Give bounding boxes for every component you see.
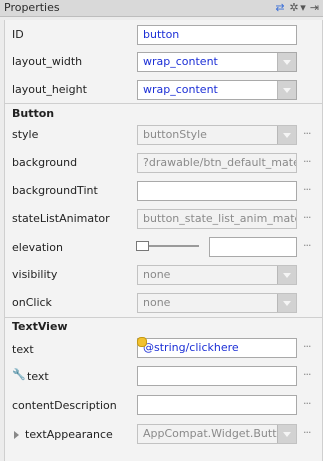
divider <box>5 317 323 318</box>
property-row-layout-width: layout_width wrap_content <box>5 52 323 74</box>
chevron-down-icon[interactable]: ▾ <box>299 0 307 16</box>
ellipsis-button[interactable]: ··· <box>303 368 311 381</box>
property-label: style <box>12 128 39 141</box>
id-input[interactable]: button <box>137 25 297 45</box>
section-title-textview: TextView <box>12 320 68 333</box>
text-input[interactable]: @string/clickhere <box>137 338 297 358</box>
elevation-slider-thumb[interactable] <box>136 241 149 251</box>
chevron-down-icon[interactable] <box>277 425 296 443</box>
property-row-onclick: onClick none <box>5 292 323 314</box>
property-row-state-list-animator: stateListAnimator button_state_list_anim… <box>5 208 323 230</box>
combo-value: none <box>143 268 171 281</box>
properties-header: Properties ⇄ ✲ ▾ ⇥ <box>0 0 323 17</box>
property-row-text-appearance: textAppearance AppCompat.Widget.Button ·… <box>5 423 323 445</box>
chevron-down-icon[interactable] <box>277 294 296 312</box>
state-list-animator-input[interactable]: button_state_list_anim_mate <box>137 209 297 229</box>
property-row-id: ID button <box>5 24 323 46</box>
property-label: backgroundTint <box>12 184 98 197</box>
combo-value: AppCompat.Widget.Button <box>143 427 291 440</box>
property-row-layout-height: layout_height wrap_content <box>5 80 323 102</box>
property-row-tools-text: 🔧 text ··· <box>5 365 323 387</box>
expand-arrow-icon[interactable] <box>14 431 19 439</box>
property-label: onClick <box>12 296 52 309</box>
wrench-icon: 🔧 <box>12 368 26 381</box>
chevron-down-icon[interactable] <box>277 53 296 71</box>
combo-value: buttonStyle <box>143 128 207 141</box>
swap-icon[interactable]: ⇄ <box>272 0 288 16</box>
panel-title: Properties <box>4 1 60 14</box>
property-row-text: text @string/clickhere ··· <box>5 337 323 359</box>
property-row-style: style buttonStyle ··· <box>5 124 323 146</box>
background-input[interactable]: ?drawable/btn_default_mate <box>137 153 297 173</box>
background-tint-input[interactable] <box>137 181 297 201</box>
ellipsis-button[interactable]: ··· <box>303 340 311 353</box>
content-description-input[interactable] <box>137 395 297 415</box>
combo-value: wrap_content <box>143 55 218 68</box>
tools-text-input[interactable] <box>137 366 297 386</box>
ellipsis-button[interactable]: ··· <box>303 127 311 140</box>
ellipsis-button[interactable]: ··· <box>303 211 311 224</box>
property-label: ID <box>12 28 24 41</box>
ellipsis-button[interactable]: ··· <box>303 239 311 252</box>
divider <box>5 103 323 104</box>
text-appearance-dropdown[interactable]: AppCompat.Widget.Button <box>137 424 297 444</box>
property-label: text <box>27 370 49 383</box>
combo-value: wrap_content <box>143 83 218 96</box>
property-row-content-description: contentDescription ··· <box>5 394 323 416</box>
chevron-down-icon[interactable] <box>277 126 296 144</box>
property-label: textAppearance <box>25 428 113 441</box>
property-row-elevation: elevation ··· <box>5 236 323 258</box>
property-row-background-tint: backgroundTint ··· <box>5 180 323 202</box>
ellipsis-button[interactable]: ··· <box>303 155 311 168</box>
lightbulb-icon[interactable] <box>137 337 147 347</box>
ellipsis-button[interactable]: ··· <box>303 426 311 439</box>
property-label: visibility <box>12 268 58 281</box>
visibility-dropdown[interactable]: none <box>137 265 297 285</box>
properties-panel: ID button layout_width wrap_content layo… <box>4 20 323 461</box>
onclick-dropdown[interactable]: none <box>137 293 297 313</box>
property-label: background <box>12 156 78 169</box>
section-title-button: Button <box>12 107 55 120</box>
elevation-input[interactable] <box>209 237 297 257</box>
property-label: layout_height <box>12 83 87 96</box>
pin-icon[interactable]: ⇥ <box>308 0 321 16</box>
property-label: text <box>12 343 34 356</box>
property-row-background: background ?drawable/btn_default_mate ··… <box>5 152 323 174</box>
property-label: contentDescription <box>12 399 117 412</box>
ellipsis-button[interactable]: ··· <box>303 397 311 410</box>
property-row-visibility: visibility none <box>5 264 323 286</box>
layout-width-dropdown[interactable]: wrap_content <box>137 52 297 72</box>
chevron-down-icon[interactable] <box>277 81 296 99</box>
chevron-down-icon[interactable] <box>277 266 296 284</box>
combo-value: none <box>143 296 171 309</box>
ellipsis-button[interactable]: ··· <box>303 183 311 196</box>
property-label: layout_width <box>12 55 83 68</box>
layout-height-dropdown[interactable]: wrap_content <box>137 80 297 100</box>
property-label: stateListAnimator <box>12 212 110 225</box>
style-dropdown[interactable]: buttonStyle <box>137 125 297 145</box>
property-label: elevation <box>12 241 63 254</box>
